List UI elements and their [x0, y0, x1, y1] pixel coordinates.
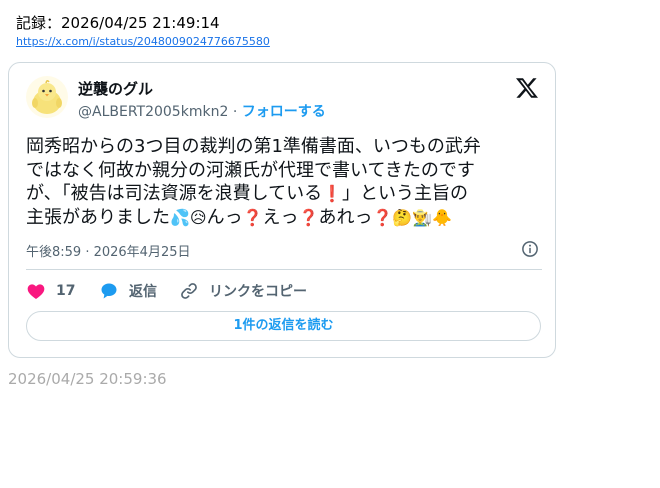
- farmer-emoji-icon: 👨‍🌾: [412, 207, 433, 227]
- question-emoji-icon: ❓: [298, 207, 319, 227]
- separator-dot: ·: [232, 104, 238, 120]
- worried-face-emoji-icon: 😥: [189, 207, 207, 227]
- tweet-text-line-4c: えっ: [262, 206, 299, 228]
- follow-button[interactable]: フォローする: [242, 104, 326, 120]
- tweet-text-line-4a: 主張がありました: [26, 206, 170, 228]
- record-timestamp: 記録：2026/04/25 21:49:14: [16, 14, 220, 32]
- tweet-text-line-4b: んっ: [206, 206, 243, 228]
- thinking-face-emoji-icon: 🤔: [392, 207, 413, 227]
- author-name[interactable]: 逆襲のグル: [78, 78, 153, 99]
- question-emoji-icon: ❓: [372, 207, 393, 227]
- copy-link-button[interactable]: リンクをコピー: [179, 281, 307, 301]
- tweet-text-line-3b: 」という主旨の: [342, 183, 469, 204]
- link-icon: [181, 283, 197, 299]
- sweat-droplets-emoji-icon: 💦: [170, 207, 190, 227]
- speech-bubble-icon: [101, 283, 117, 299]
- tweet-text-line-1: 岡秀昭からの3つ目の裁判の第1準備書面、いつもの武弁: [26, 136, 481, 157]
- footer-timestamp: 2026/04/25 20:59:36: [8, 370, 167, 388]
- reply-button[interactable]: 返信: [99, 281, 157, 301]
- x-logo-icon[interactable]: [515, 76, 539, 100]
- question-emoji-icon: ❓: [242, 207, 263, 227]
- chick-avatar-icon: [32, 79, 62, 114]
- chick-emoji-icon: 🐥: [432, 207, 453, 227]
- tweet-card[interactable]: 逆襲のグル @ALBERT2005kmkn2 · フォローする 岡秀昭からの3つ…: [8, 62, 556, 358]
- read-replies-button[interactable]: 1件の返信を読む: [26, 311, 541, 341]
- like-count: 17: [56, 283, 76, 299]
- tweet-timestamp[interactable]: 午後8:59 · 2026年4月25日: [26, 241, 191, 260]
- tweet-text-line-2: ではなく何故か親分の河瀬氏が代理で書いてきたのです: [26, 159, 475, 181]
- like-button[interactable]: 17: [26, 281, 75, 301]
- tweet-text-line-3a: が、「被告は司法資源を浪費している: [26, 183, 323, 204]
- divider: [26, 269, 542, 270]
- reply-label: 返信: [129, 284, 157, 300]
- author-handle-row: @ALBERT2005kmkn2 · フォローする: [78, 101, 326, 121]
- avatar[interactable]: [26, 76, 68, 118]
- tweet-text-line-4d: あれっ: [318, 206, 373, 228]
- info-icon[interactable]: [521, 240, 539, 258]
- exclamation-emoji-icon: ❗: [322, 184, 343, 203]
- copy-link-label: リンクをコピー: [209, 284, 307, 300]
- author-handle[interactable]: @ALBERT2005kmkn2: [78, 104, 228, 120]
- tweet-text: 岡秀昭からの3つ目の裁判の第1準備書面、いつもの武弁 ではなく何故か親分の河瀬氏…: [26, 135, 541, 229]
- source-url-link[interactable]: https://x.com/i/status/20480090247766755…: [16, 35, 270, 48]
- heart-icon: [27, 284, 45, 299]
